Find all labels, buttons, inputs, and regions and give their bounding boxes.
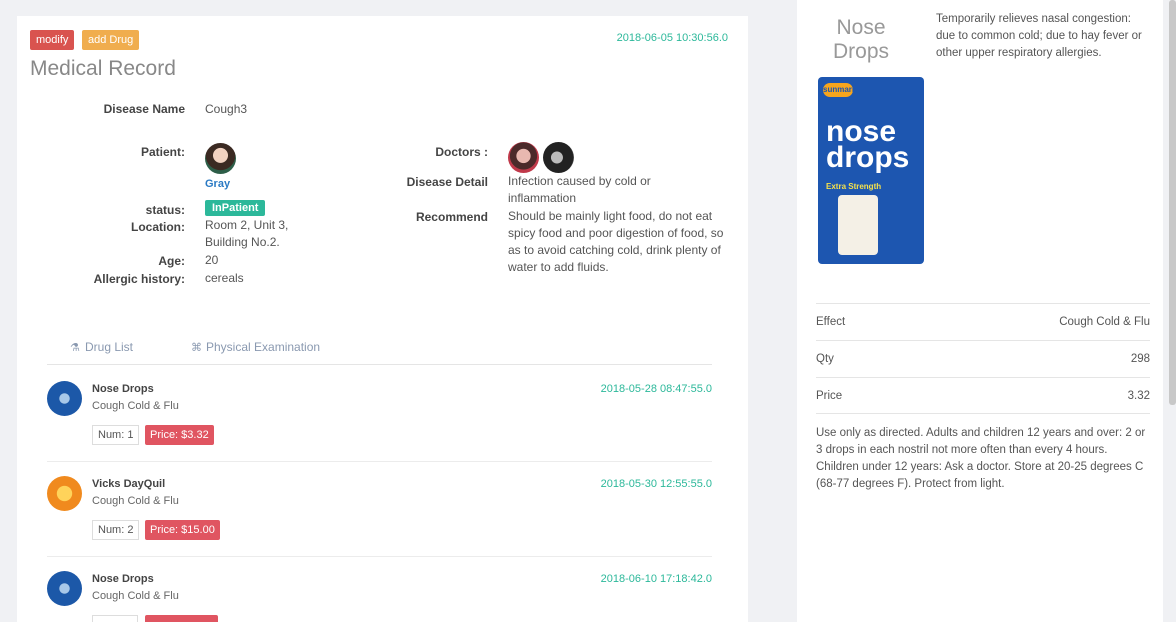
binoculars-icon: ⌘ (191, 342, 202, 354)
age-label: Age: (158, 254, 185, 268)
drug-description: Temporarily relieves nasal congestion: d… (936, 13, 1142, 59)
info-value: 3.32 (1127, 390, 1150, 402)
drug-detail-title: Nose Drops (833, 16, 890, 63)
drug-timestamp: 2018-05-28 08:47:55.0 (600, 383, 712, 395)
allergic-history-label: Allergic history: (93, 272, 185, 286)
info-value: 298 (1130, 353, 1150, 365)
info-key: Qty (816, 353, 834, 365)
tab-label: Drug List (85, 340, 134, 354)
scrollbar-thumb[interactable] (1169, 0, 1176, 405)
drug-list-item[interactable]: Vicks DayQuil Cough Cold & Flu 2018-05-3… (47, 462, 712, 557)
info-row-qty: Qty 298 (816, 340, 1150, 377)
drug-quantity: Num: 1 (92, 425, 140, 445)
drug-price-badge: Price: $15.00 (145, 520, 220, 540)
drug-thumbnail (47, 381, 82, 416)
drug-thumbnail (47, 476, 82, 511)
brand-logo: sunmark (823, 83, 856, 97)
flask-icon: ⚗ (70, 342, 80, 354)
drug-price-badge (145, 615, 218, 622)
drug-detail-panel: Nose Drops Temporarily relieves nasal co… (797, 0, 1163, 622)
doctor-avatar[interactable] (508, 142, 539, 173)
drug-effect: Cough Cold & Flu (92, 590, 179, 602)
drug-timestamp: 2018-06-10 17:18:42.0 (600, 573, 712, 585)
disease-detail-label: Disease Detail (406, 175, 488, 189)
status-label: status: (145, 203, 185, 217)
recommend-label: Recommend (415, 210, 488, 224)
usage-directions: Use only as directed. Adults and childre… (816, 427, 1146, 490)
drug-timestamp: 2018-05-30 12:55:55.0 (600, 478, 712, 490)
record-timestamp: 2018-06-05 10:30:56.0 (616, 32, 728, 44)
drug-list-item[interactable]: Nose Drops Cough Cold & Flu 2018-06-10 1… (47, 557, 712, 622)
info-key: Effect (816, 316, 846, 328)
disease-name-label: Disease Name (103, 102, 185, 116)
drug-thumbnail (47, 571, 82, 606)
patient-avatar[interactable] (205, 143, 236, 174)
medical-record-card: modify add Drug 2018-06-05 10:30:56.0 Me… (17, 16, 748, 622)
drug-list-item[interactable]: Nose Drops Cough Cold & Flu 2018-05-28 0… (47, 367, 712, 462)
doctors-label: Doctors : (435, 145, 488, 159)
info-row-effect: Effect Cough Cold & Flu (816, 303, 1150, 340)
info-value: Cough Cold & Flu (1059, 316, 1150, 328)
tab-label: Physical Examination (206, 340, 321, 354)
patient-label: Patient: (140, 145, 185, 159)
disease-detail-value: Infection caused by cold or inflammation (508, 174, 651, 205)
add-drug-button[interactable]: add Drug (82, 30, 140, 50)
disease-name-value: Cough3 (205, 102, 248, 116)
product-box-subtitle: Extra Strength (826, 182, 882, 191)
drug-name: Vicks DayQuil (92, 478, 166, 490)
page-title: Medical Record (30, 57, 176, 80)
location-label: Location: (131, 220, 185, 234)
drug-quantity (92, 615, 138, 622)
status-badge: InPatient (205, 200, 266, 216)
info-key: Price (816, 390, 843, 402)
tab-drug-list[interactable]: ⚗ Drug List (70, 340, 133, 354)
drug-product-image: sunmark nose drops Extra Strength (818, 77, 924, 264)
bottle-graphic (838, 195, 878, 255)
drug-price-badge: Price: $3.32 (145, 425, 214, 445)
tab-bar: ⚗ Drug List ⌘ Physical Examination (47, 334, 712, 365)
recommend-value: Should be mainly light food, do not eat … (508, 209, 724, 274)
drug-effect: Cough Cold & Flu (92, 495, 179, 507)
product-box-text: nose drops (826, 115, 910, 174)
info-row-price: Price 3.32 (816, 377, 1150, 414)
drug-quantity: Num: 2 (92, 520, 140, 540)
tab-physical-examination[interactable]: ⌘ Physical Examination (191, 340, 320, 354)
patient-name-link[interactable]: Gray (205, 178, 230, 190)
modify-button[interactable]: modify (30, 30, 75, 50)
allergic-history-value: cereals (205, 271, 244, 285)
drug-effect: Cough Cold & Flu (92, 400, 179, 412)
drug-info-table: Effect Cough Cold & Flu Qty 298 Price 3.… (816, 303, 1150, 414)
age-value: 20 (205, 253, 219, 267)
location-value: Room 2, Unit 3, Building No.2. (205, 218, 289, 249)
drug-name: Nose Drops (92, 383, 154, 395)
doctor-avatar[interactable] (543, 142, 574, 173)
drug-name: Nose Drops (92, 573, 154, 585)
